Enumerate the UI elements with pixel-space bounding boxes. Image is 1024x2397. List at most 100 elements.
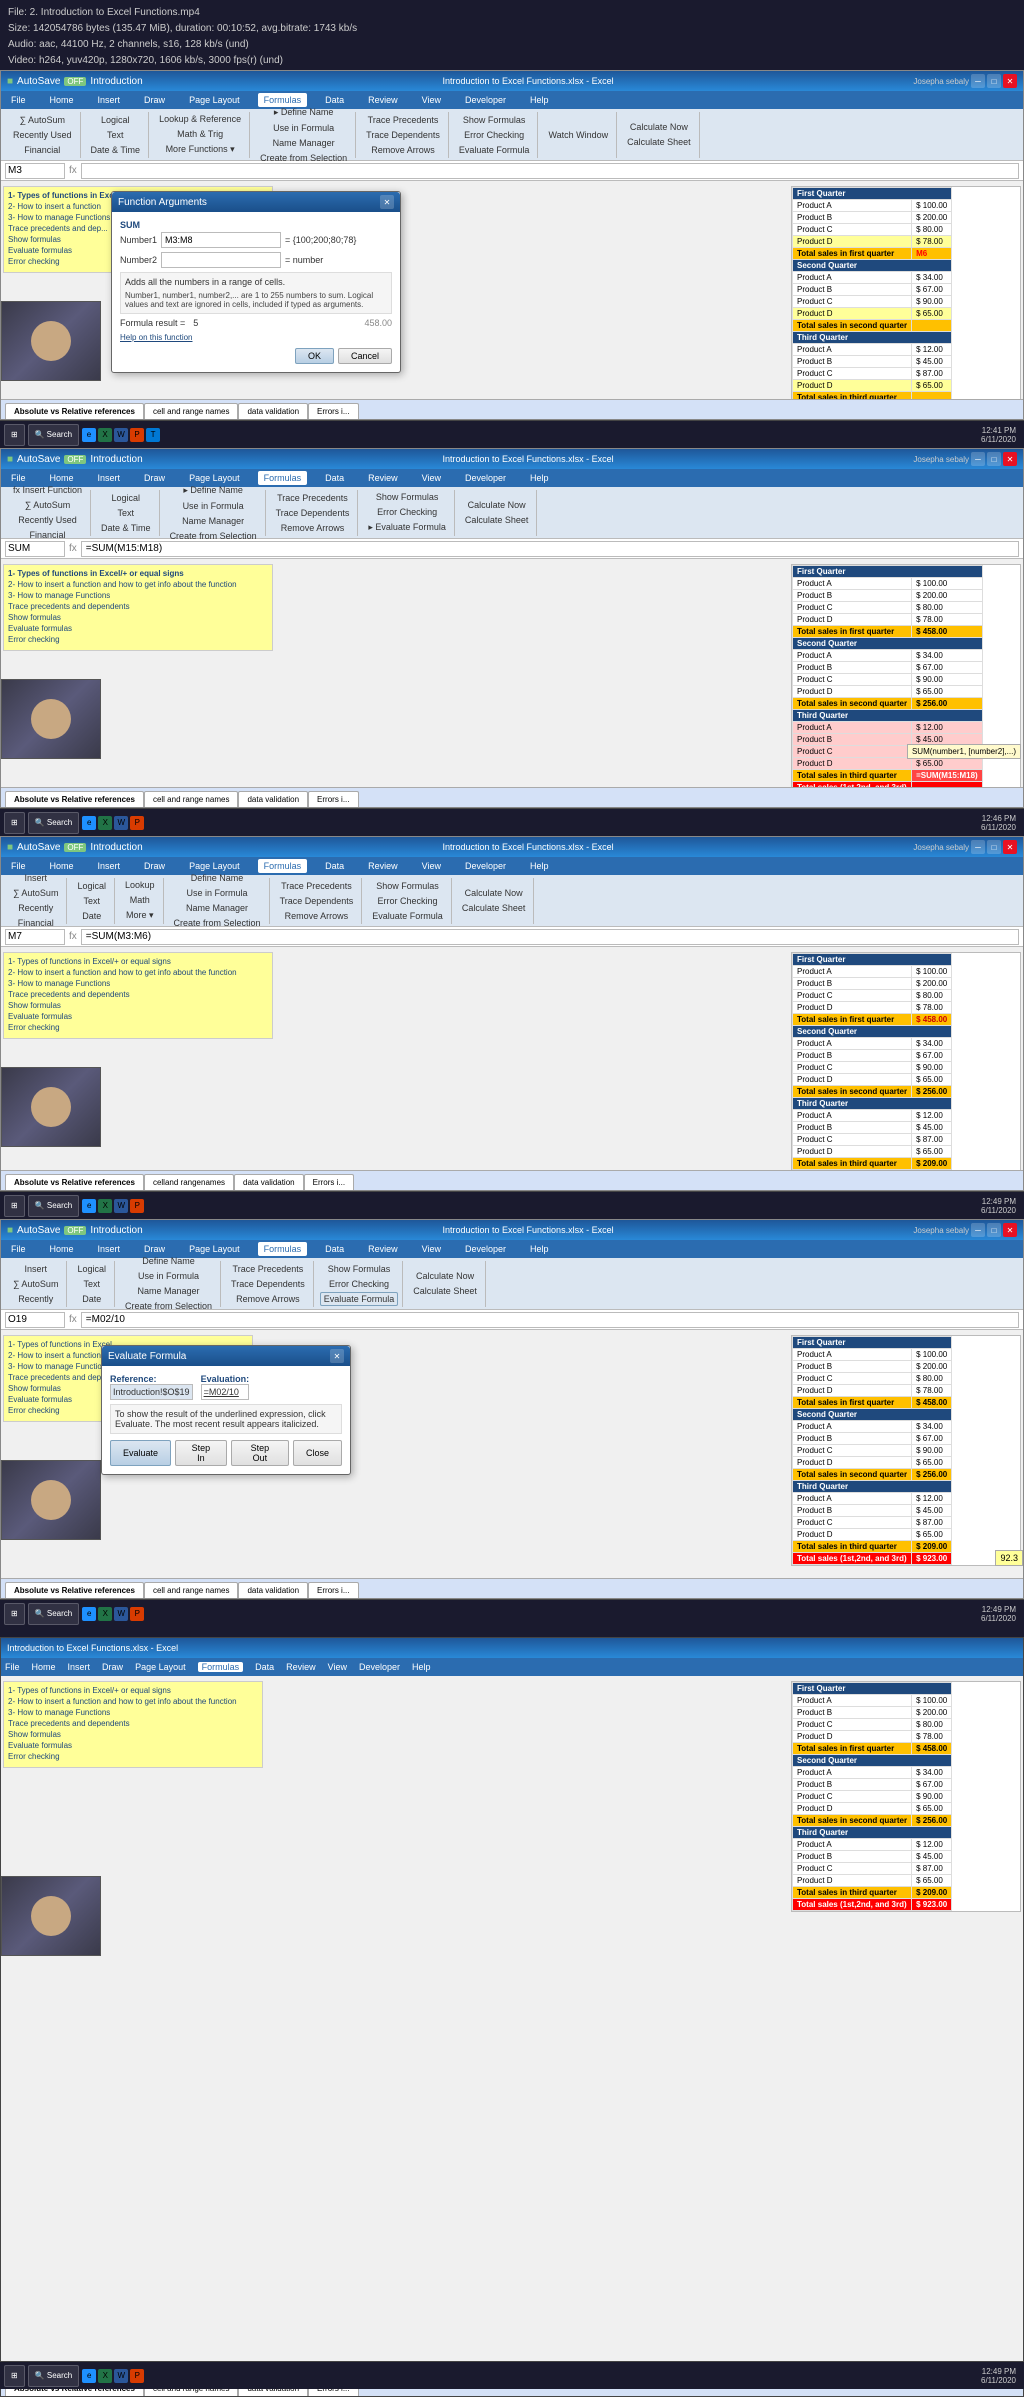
- tab-developer-2[interactable]: Developer: [459, 471, 512, 485]
- start-btn-3[interactable]: ⊞: [4, 1195, 25, 1217]
- define-name-btn-1[interactable]: ▸ Define Name: [270, 105, 338, 120]
- btab-home[interactable]: Home: [32, 1662, 56, 1672]
- taskbar-edge-icon-1[interactable]: e: [82, 428, 96, 442]
- function-args-dialog-1[interactable]: Function Arguments ✕ SUM Number1 = {100;…: [111, 191, 401, 373]
- define-btn-4[interactable]: Define Name: [138, 1254, 199, 1268]
- close-btn-2[interactable]: ✕: [1003, 452, 1017, 466]
- show-formulas-btn-1[interactable]: Show Formulas: [459, 113, 530, 127]
- watch-btn-1[interactable]: Watch Window: [544, 128, 612, 142]
- calc-sheet-btn-1[interactable]: Calculate Sheet: [623, 135, 695, 149]
- show-formulas-btn-3[interactable]: Show Formulas: [372, 879, 443, 893]
- define-name-btn-2[interactable]: ▸ Define Name: [179, 483, 247, 498]
- name-manager-btn-2[interactable]: Name Manager: [178, 514, 248, 528]
- date-btn-2[interactable]: Date & Time: [97, 521, 155, 535]
- logical-btn-2[interactable]: Logical: [108, 491, 145, 505]
- text-btn-3[interactable]: Text: [79, 894, 104, 908]
- calc-now-btn-1[interactable]: Calculate Now: [626, 120, 692, 134]
- remove-arrows-btn-4[interactable]: Remove Arrows: [232, 1292, 304, 1306]
- dialog-ok-btn-1[interactable]: OK: [295, 348, 334, 364]
- sheet-tab-data-4[interactable]: data validation: [238, 1582, 308, 1598]
- text-btn-4[interactable]: Text: [79, 1277, 104, 1291]
- btab-help[interactable]: Help: [412, 1662, 431, 1672]
- calc-sheet-btn-3[interactable]: Calculate Sheet: [458, 901, 530, 915]
- cell-ref-input-2[interactable]: [5, 541, 65, 557]
- autosum-btn-3[interactable]: ∑ AutoSum: [9, 886, 62, 900]
- more-btn-3[interactable]: More ▾: [122, 908, 158, 923]
- lookup-btn-3[interactable]: Lookup: [121, 878, 159, 892]
- math-btn-3[interactable]: Math: [126, 893, 154, 907]
- minimize-btn-2[interactable]: ─: [971, 452, 985, 466]
- tab-home-4[interactable]: Home: [44, 1242, 80, 1256]
- search-btn-1[interactable]: 🔍 Search: [28, 424, 79, 446]
- trace-dependents-btn-1[interactable]: Trace Dependents: [362, 128, 444, 142]
- tab-insert-4[interactable]: Insert: [92, 1242, 127, 1256]
- ppt-icon-2[interactable]: P: [130, 816, 144, 830]
- sheet-tab-abs-3[interactable]: Absolute vs Relative references: [5, 1174, 144, 1190]
- tab-insert-3[interactable]: Insert: [92, 859, 127, 873]
- sheet-tab-cell-4[interactable]: cell and range names: [144, 1582, 239, 1598]
- autosave-toggle-1[interactable]: OFF: [64, 77, 86, 86]
- cell-ref-input-4[interactable]: [5, 1312, 65, 1328]
- sheet-tab-abs-4[interactable]: Absolute vs Relative references: [5, 1582, 144, 1598]
- tab-help-4[interactable]: Help: [524, 1242, 555, 1256]
- insert-btn-4[interactable]: Insert: [20, 1262, 51, 1276]
- edge-icon-4[interactable]: e: [82, 1607, 96, 1621]
- sheet-tab-cell-2[interactable]: cell and range names: [144, 791, 239, 807]
- use-formula-btn-4[interactable]: Use in Formula: [134, 1269, 203, 1283]
- excel-icon-3[interactable]: X: [98, 1199, 112, 1213]
- word-icon-2[interactable]: W: [114, 816, 128, 830]
- remove-arrows-btn-1[interactable]: Remove Arrows: [367, 143, 439, 157]
- autosum-btn-4[interactable]: ∑ AutoSum: [9, 1277, 62, 1291]
- dialog-cancel-btn-1[interactable]: Cancel: [338, 348, 392, 364]
- search-btn-4[interactable]: 🔍 Search: [28, 1603, 80, 1625]
- date-btn-3[interactable]: Date: [78, 909, 105, 923]
- evaluate-btn-3[interactable]: Evaluate Formula: [368, 909, 447, 923]
- word-icon-final[interactable]: W: [114, 2369, 128, 2383]
- error-checking-btn-2[interactable]: Error Checking: [373, 505, 441, 519]
- dialog-close-btn-1[interactable]: ✕: [380, 195, 394, 209]
- show-formulas-btn-2[interactable]: Show Formulas: [372, 490, 443, 504]
- tab-review-4[interactable]: Review: [362, 1242, 404, 1256]
- excel-icon-final[interactable]: X: [98, 2369, 112, 2383]
- math-btn-1[interactable]: Math & Trig: [173, 127, 227, 141]
- btab-insert[interactable]: Insert: [68, 1662, 91, 1672]
- start-btn-4[interactable]: ⊞: [4, 1603, 25, 1625]
- date-btn-1[interactable]: Date & Time: [87, 143, 145, 157]
- define-btn-3[interactable]: Define Name: [187, 871, 248, 885]
- autosave-toggle-3[interactable]: OFF: [64, 843, 86, 852]
- tab-data-3[interactable]: Data: [319, 859, 350, 873]
- tab-view-2[interactable]: View: [416, 471, 447, 485]
- error-check-btn-4[interactable]: Error Checking: [325, 1277, 393, 1291]
- name-mgr-btn-3[interactable]: Name Manager: [182, 901, 252, 915]
- error-checking-btn-1[interactable]: Error Checking: [460, 128, 528, 142]
- taskbar-excel-icon-1[interactable]: X: [98, 428, 112, 442]
- tab-home-1[interactable]: Home: [44, 93, 80, 107]
- remove-arrows-btn-3[interactable]: Remove Arrows: [281, 909, 353, 923]
- autosum-btn-2[interactable]: ∑ AutoSum: [21, 498, 74, 512]
- cell-ref-input-1[interactable]: [5, 163, 65, 179]
- error-check-btn-3[interactable]: Error Checking: [374, 894, 442, 908]
- ppt-icon-4[interactable]: P: [130, 1607, 144, 1621]
- search-btn-3[interactable]: 🔍 Search: [28, 1195, 80, 1217]
- show-formulas-btn-4[interactable]: Show Formulas: [324, 1262, 395, 1276]
- use-formula-btn-1[interactable]: Use in Formula: [269, 121, 338, 135]
- start-btn-1[interactable]: ⊞: [4, 424, 25, 446]
- sheet-tab-abs-2[interactable]: Absolute vs Relative references: [5, 791, 144, 807]
- tab-insert-1[interactable]: Insert: [92, 93, 127, 107]
- maximize-btn-4[interactable]: □: [987, 1223, 1001, 1237]
- taskbar-word-icon-1[interactable]: W: [114, 428, 128, 442]
- evaluate-btn-1[interactable]: Evaluate Formula: [455, 143, 534, 157]
- date-btn-4[interactable]: Date: [78, 1292, 105, 1306]
- text-btn-2[interactable]: Text: [114, 506, 139, 520]
- btab-formulas[interactable]: Formulas: [198, 1662, 244, 1672]
- sheet-tab-errors-2[interactable]: Errors i...: [308, 791, 358, 807]
- trace-dep-btn-3[interactable]: Trace Dependents: [276, 894, 358, 908]
- btab-review[interactable]: Review: [286, 1662, 316, 1672]
- lookup-btn-1[interactable]: Lookup & Reference: [155, 112, 245, 126]
- insert-btn-3[interactable]: Insert: [20, 871, 51, 885]
- sheet-tab-abs-1[interactable]: Absolute vs Relative references: [5, 403, 144, 419]
- autosave-toggle-2[interactable]: OFF: [64, 455, 86, 464]
- edge-icon-2[interactable]: e: [82, 816, 96, 830]
- eval-dialog-close-4[interactable]: ✕: [330, 1349, 344, 1363]
- btab-view[interactable]: View: [328, 1662, 347, 1672]
